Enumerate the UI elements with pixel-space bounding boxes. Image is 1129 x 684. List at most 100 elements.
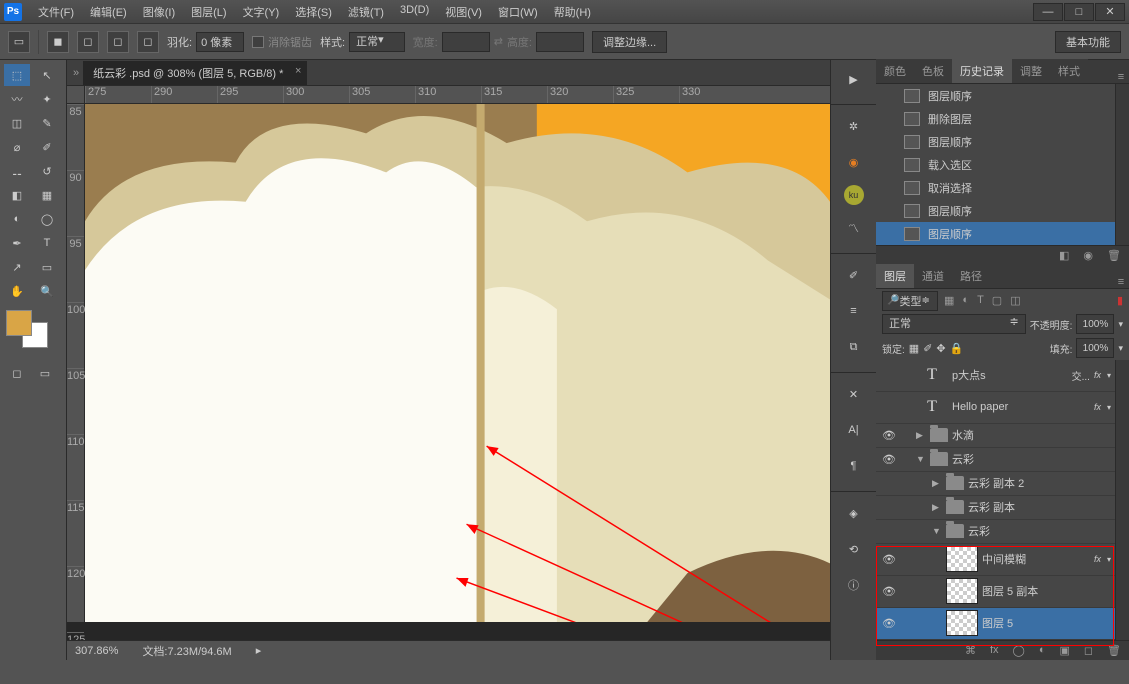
new-snapshot-icon[interactable]: ◧ — [1059, 249, 1069, 262]
tools-panel-icon[interactable]: ✕ — [840, 381, 868, 407]
history-scrollbar[interactable] — [1115, 84, 1129, 245]
shape-tool[interactable]: ▭ — [34, 256, 60, 278]
layer-thumbnail[interactable] — [946, 578, 978, 604]
lasso-tool[interactable]: 〰 — [4, 88, 30, 110]
brush-tool[interactable]: ✐ — [34, 136, 60, 158]
color-swatches[interactable] — [4, 310, 62, 350]
menu-type[interactable]: 文字(Y) — [235, 0, 288, 24]
fx-badge[interactable]: fx — [1094, 554, 1101, 564]
play-icon[interactable]: ▶ — [840, 66, 868, 92]
menu-file[interactable]: 文件(F) — [30, 0, 82, 24]
layer-name[interactable]: Hello paper — [952, 401, 1090, 413]
menu-image[interactable]: 图像(I) — [135, 0, 183, 24]
tab-styles[interactable]: 样式 — [1050, 59, 1088, 83]
filter-toggle-icon[interactable]: ▮ — [1117, 294, 1123, 307]
history-item[interactable]: 图层顺序 — [876, 222, 1115, 245]
layer-item[interactable]: THello paperfx▾ — [876, 392, 1115, 424]
workspace-button[interactable]: 基本功能 — [1055, 31, 1121, 53]
menu-layer[interactable]: 图层(L) — [183, 0, 234, 24]
marquee-tool[interactable]: ⬚ — [4, 64, 30, 86]
lock-move-icon[interactable]: ✥ — [936, 342, 945, 355]
delete-layer-icon[interactable]: 🗑 — [1107, 644, 1121, 657]
marquee-intersect-icon[interactable]: ◻ — [137, 31, 159, 53]
zoom-tool[interactable]: 🔍 — [34, 280, 60, 302]
measure-icon[interactable]: ⟲ — [840, 536, 868, 562]
document-tab[interactable]: 纸云彩 .psd @ 308% (图层 5, RGB/8) * × — [83, 61, 307, 85]
history-item[interactable]: 图层顺序 — [876, 84, 1115, 107]
tab-paths[interactable]: 路径 — [952, 264, 990, 288]
style-select[interactable]: 正常 ▾ — [349, 32, 405, 52]
clone-panel-icon[interactable]: ⧉ — [840, 334, 868, 360]
hand-tool[interactable]: ✋ — [4, 280, 30, 302]
para-panel-icon[interactable]: ¶ — [840, 453, 868, 479]
wheel-icon[interactable]: ✲ — [840, 113, 868, 139]
visibility-icon[interactable]: 👁 — [880, 617, 898, 630]
history-item[interactable]: 图层顺序 — [876, 199, 1115, 222]
menu-select[interactable]: 选择(S) — [287, 0, 340, 24]
layer-item[interactable]: 👁图层 5 — [876, 608, 1115, 640]
marquee-add-icon[interactable]: ◻ — [77, 31, 99, 53]
brushes-icon[interactable]: ≡ — [840, 298, 868, 324]
expand-arrow-icon[interactable]: ▼ — [916, 454, 926, 464]
layer-item[interactable]: ▶云彩 副本 2 — [876, 472, 1115, 496]
filter-type-icon[interactable]: T — [977, 294, 984, 307]
fx-icon[interactable]: fx — [990, 644, 999, 656]
pen-tool[interactable]: ✒ — [4, 232, 30, 254]
expand-arrow-icon[interactable]: ▶ — [932, 478, 942, 489]
maximize-button[interactable]: □ — [1064, 3, 1094, 21]
screen-mode-icon[interactable]: ▭ — [32, 362, 58, 384]
layer-item[interactable]: ▼云彩 — [876, 520, 1115, 544]
menu-window[interactable]: 窗口(W) — [490, 0, 546, 24]
brush-panel-icon[interactable]: ✐ — [840, 262, 868, 288]
expand-arrow-icon[interactable]: ▶ — [916, 430, 926, 441]
close-button[interactable]: ✕ — [1095, 3, 1125, 21]
expand-arrow-icon[interactable]: ▶ — [932, 502, 942, 513]
group-icon[interactable]: ▣ — [1059, 644, 1069, 657]
fill-arrow-icon[interactable]: ▾ — [1118, 343, 1123, 354]
menu-3d[interactable]: 3D(D) — [392, 0, 437, 24]
layer-thumbnail[interactable] — [946, 610, 978, 636]
trash-icon[interactable]: 🗑 — [1107, 249, 1121, 262]
visibility-icon[interactable]: 👁 — [880, 429, 898, 442]
blend-mode-select[interactable]: 正常≑ — [882, 314, 1026, 334]
layers-scrollbar[interactable] — [1115, 360, 1129, 640]
healing-tool[interactable]: ⌀ — [4, 136, 30, 158]
canvas[interactable] — [85, 104, 830, 622]
layer-thumbnail[interactable] — [946, 546, 978, 572]
minimize-button[interactable]: — — [1033, 3, 1063, 21]
ruler-vertical[interactable]: 859095100105110115120125 — [67, 104, 85, 622]
tab-history[interactable]: 历史记录 — [952, 59, 1012, 83]
info-icon[interactable]: ⓘ — [840, 572, 868, 598]
menu-edit[interactable]: 编辑(E) — [82, 0, 135, 24]
adjustment-icon[interactable]: ◐ — [1039, 644, 1046, 656]
layer-item[interactable]: 👁图层 5 副本 — [876, 576, 1115, 608]
camera-icon[interactable]: ◉ — [1083, 249, 1093, 262]
tab-adjust[interactable]: 调整 — [1012, 59, 1050, 83]
layer-name[interactable]: p大点s — [952, 367, 1068, 383]
layer-item[interactable]: 👁 ▶ 水滴 — [876, 424, 1115, 448]
tab-close-icon[interactable]: × — [295, 65, 301, 77]
path-tool[interactable]: ↗ — [4, 256, 30, 278]
tab-channels[interactable]: 通道 — [914, 264, 952, 288]
filter-pixel-icon[interactable]: ▦ — [944, 294, 954, 307]
tab-swatches[interactable]: 色板 — [914, 59, 952, 83]
layer-item[interactable]: 👁中间模糊fx▾ — [876, 544, 1115, 576]
mask-icon[interactable]: ◯ — [1013, 644, 1025, 657]
history-item[interactable]: 图层顺序 — [876, 130, 1115, 153]
history-brush-tool[interactable]: ↺ — [34, 160, 60, 182]
doc-size[interactable]: 文档:7.23M/94.6M — [142, 643, 231, 659]
layer-name[interactable]: 水滴 — [952, 427, 1111, 443]
layer-item[interactable]: Tp大点s交...fx▾ — [876, 360, 1115, 392]
layer-name[interactable]: 云彩 — [968, 523, 1111, 539]
filter-shape-icon[interactable]: ▢ — [992, 294, 1002, 307]
blur-tool[interactable]: ◐ — [4, 208, 30, 230]
eraser-tool[interactable]: ◧ — [4, 184, 30, 206]
move-tool[interactable]: ↖ — [34, 64, 60, 86]
char-panel-icon[interactable]: A| — [840, 417, 868, 443]
layer-name[interactable]: 图层 5 副本 — [982, 583, 1111, 599]
history-item[interactable]: 载入选区 — [876, 153, 1115, 176]
status-arrow-icon[interactable]: ▸ — [256, 644, 262, 657]
tab-color[interactable]: 颜色 — [876, 59, 914, 83]
layer-name[interactable]: 云彩 副本 — [968, 499, 1111, 515]
panel-menu-icon[interactable]: ≡ — [1113, 71, 1129, 83]
